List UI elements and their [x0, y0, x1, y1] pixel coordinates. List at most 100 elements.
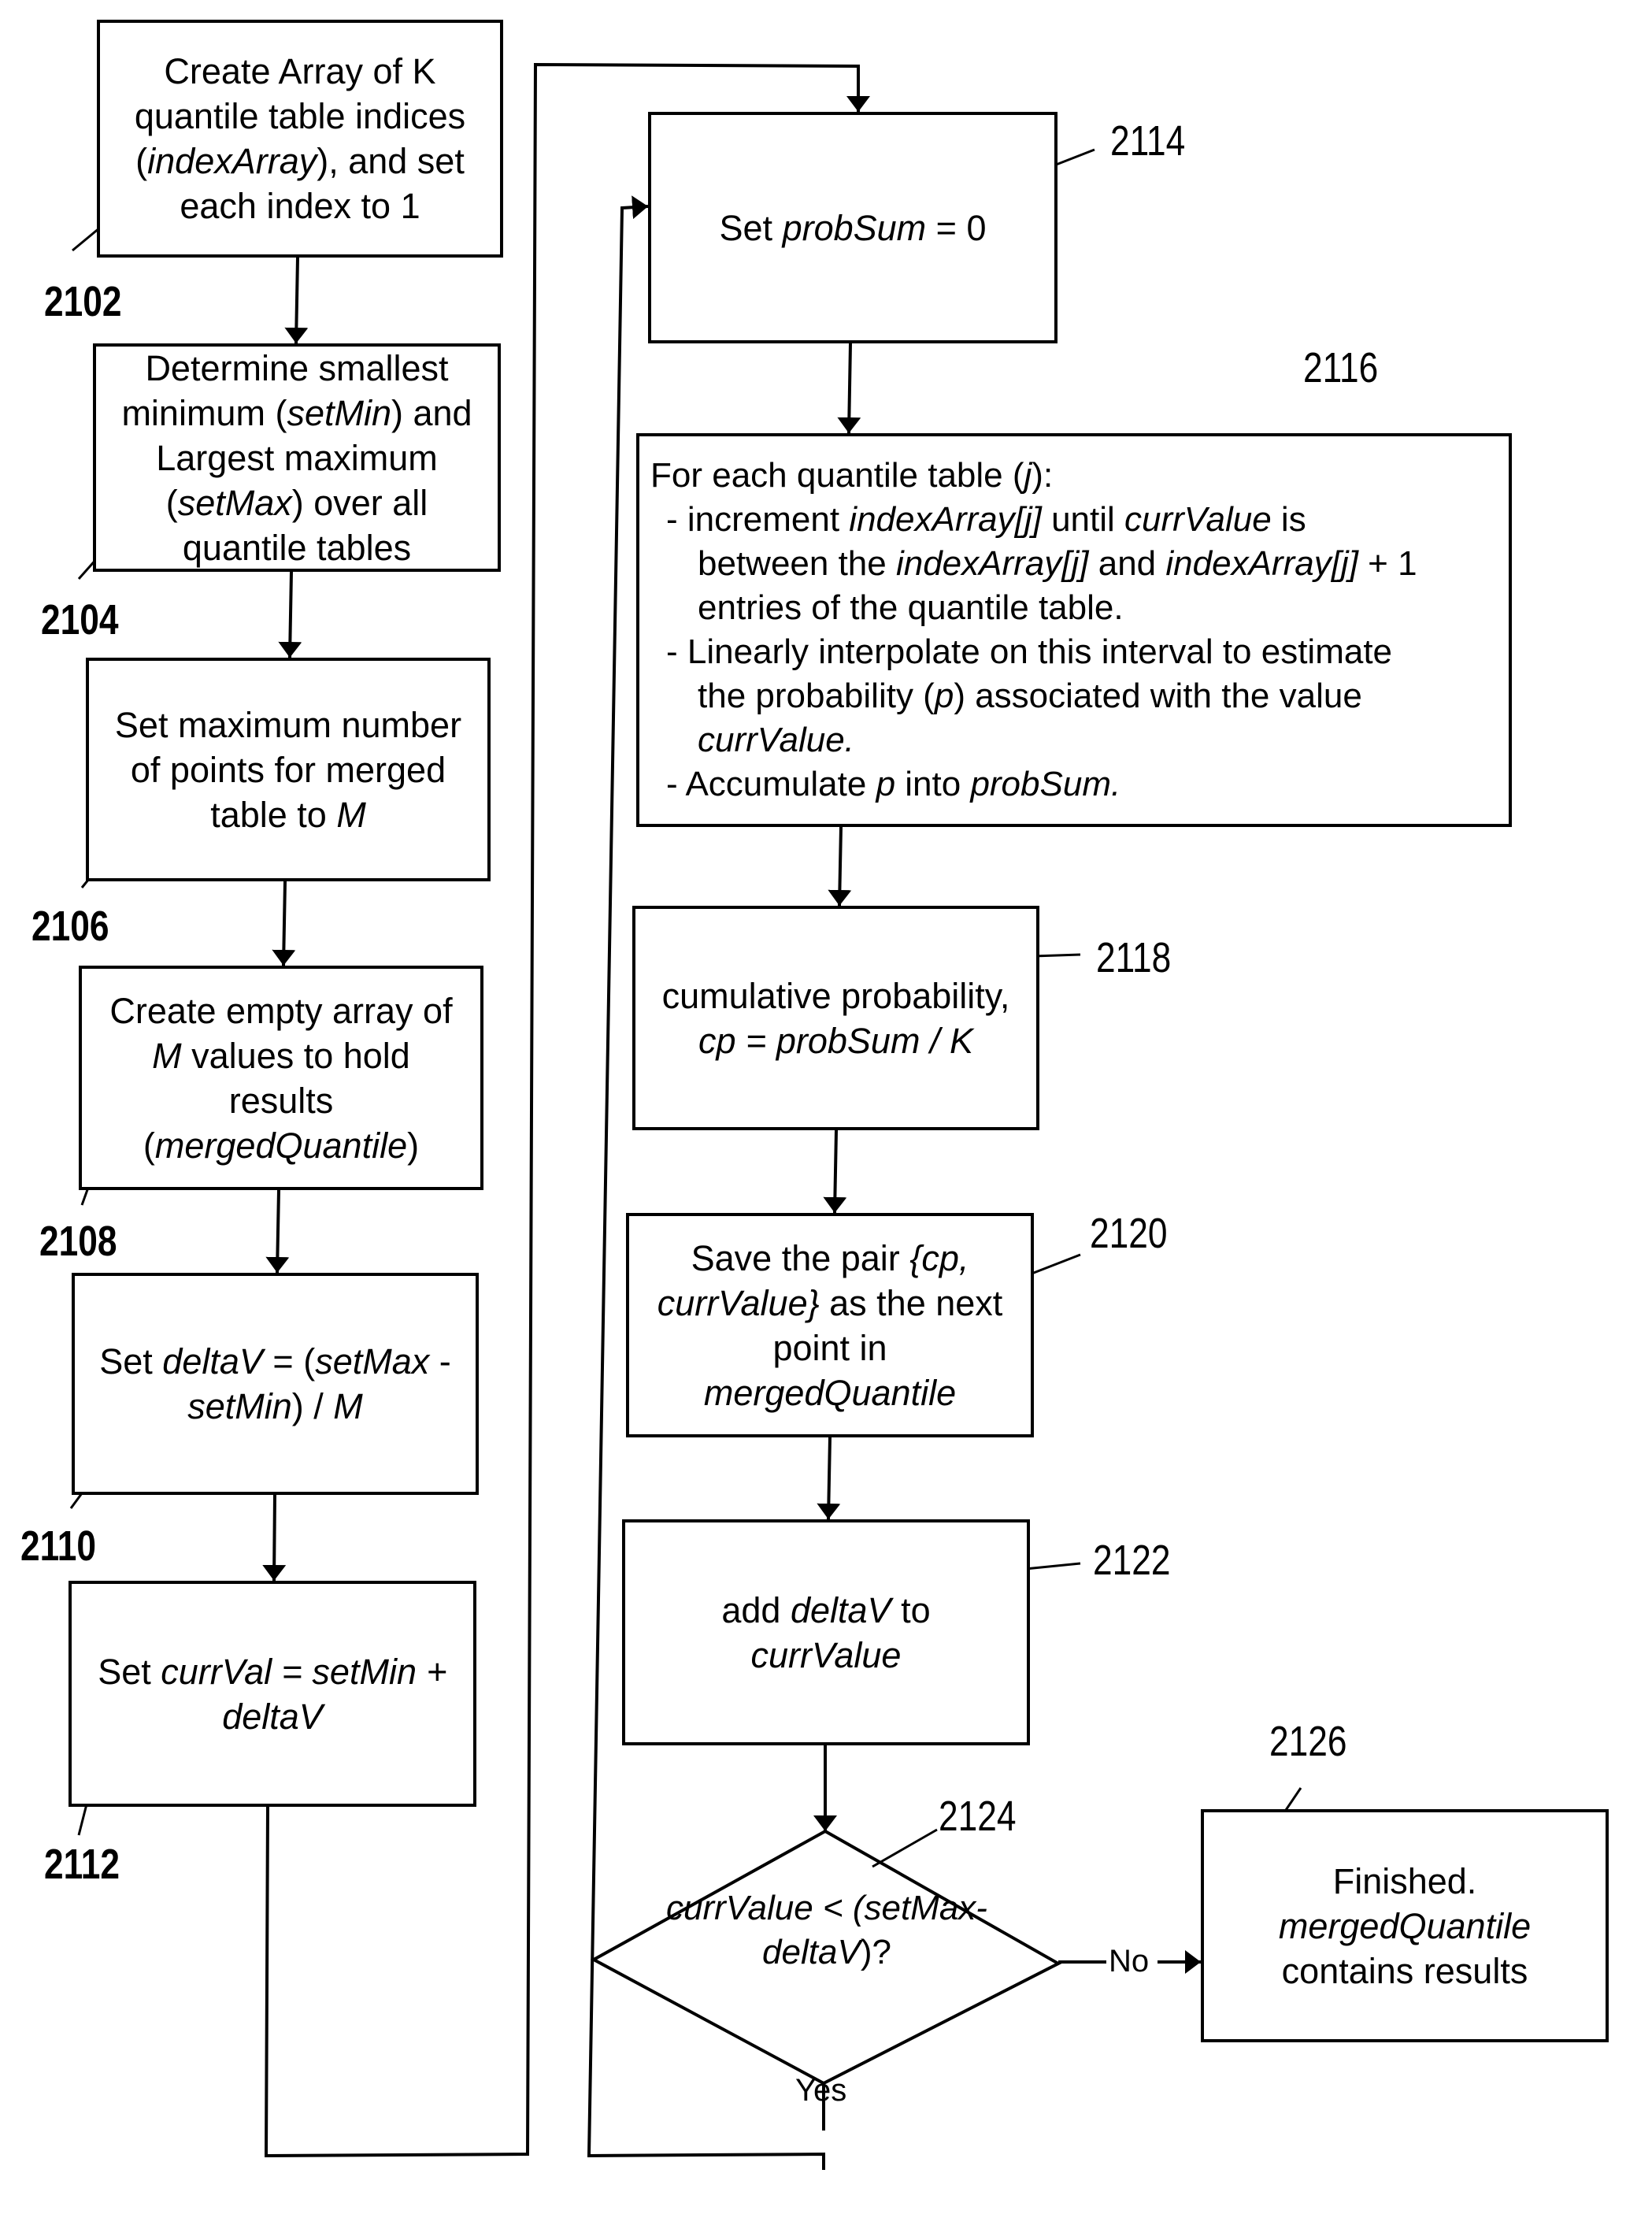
arrow-2102-to-2104: [284, 257, 309, 344]
ref-2102: 2102: [44, 278, 122, 325]
text-segment: = (: [262, 1341, 316, 1381]
text-segment: Largest maximum: [156, 437, 438, 478]
text-segment: ) over all: [291, 482, 428, 523]
text-segment: until: [1041, 500, 1125, 539]
variable-text: setMin: [287, 392, 391, 433]
branch-label-no: No: [1109, 1944, 1150, 1979]
text-segment: Set: [719, 207, 783, 248]
variable-text: indexArray[j]: [849, 500, 1042, 539]
ref-2112: 2112: [44, 1841, 120, 1888]
step-2110-line: Set deltaV = (setMax -: [99, 1339, 450, 1384]
variable-text: currValue.: [698, 721, 854, 759]
step-2116-line: between the indexArray[j] and indexArray…: [650, 542, 1417, 586]
step-2114-box: Set probSum = 0: [648, 112, 1058, 343]
step-2126-box: Finished. mergedQuantile contains results: [1201, 1809, 1609, 2042]
text-segment: Create Array of K: [164, 51, 436, 91]
ref-2116: 2116: [1303, 344, 1379, 391]
ref-2114: 2114: [1110, 117, 1186, 165]
step-2110-box: Set deltaV = (setMax - setMin) / M: [72, 1273, 479, 1495]
step-2104-box: Determine smallest minimum (setMin) and La…: [93, 343, 501, 572]
step-2112-line: deltaV: [222, 1694, 323, 1739]
step-2102-line: quantile table indices: [135, 94, 465, 139]
text-segment: - Linearly interpolate on this interval …: [666, 632, 1393, 671]
ref-2122: 2122: [1093, 1537, 1171, 1584]
step-2108-box: Create empty array of M values to hold res…: [79, 966, 483, 1190]
text-segment: contains results: [1281, 1950, 1528, 1991]
text-segment: - Accumulate: [666, 765, 876, 803]
variable-text: M: [333, 1386, 363, 1426]
step-2120-line: point in: [772, 1326, 887, 1370]
variable-text: mergedQuantile: [154, 1125, 408, 1166]
variable-text: setMin: [187, 1386, 292, 1426]
text-segment: entries of the quantile table.: [698, 588, 1124, 627]
text-segment: Set maximum number: [114, 704, 462, 745]
arrow-2110-to-2112: [262, 1494, 287, 1582]
step-2118-line: cp = probSum / K: [698, 1018, 973, 1063]
step-2120-line: mergedQuantile: [704, 1370, 956, 1415]
text-segment: ):: [1032, 456, 1054, 495]
variable-text: indexArray[j]: [895, 544, 1089, 583]
step-2116-line: - increment indexArray[j] until currValu…: [650, 498, 1306, 542]
text-segment: ) associated with the value: [954, 677, 1362, 715]
text-segment: into: [895, 765, 971, 803]
step-2108-line: M values to hold: [152, 1033, 410, 1078]
arrow-2108-to-2110: [265, 1189, 290, 1274]
arrow-2120-to-2122: [817, 1437, 841, 1520]
step-2104-line: Determine smallest: [145, 346, 448, 391]
step-2108-line: results: [229, 1078, 334, 1123]
branch-label-yes: Yes: [795, 2073, 847, 2108]
step-2104-line: Largest maximum: [156, 436, 438, 480]
variable-text: setMax: [177, 482, 292, 523]
variable-text: p: [934, 677, 954, 715]
text-segment: Set: [98, 1651, 161, 1692]
variable-text: mergedQuantile: [703, 1372, 957, 1413]
variable-text: currValue: [750, 1634, 902, 1675]
text-segment: add: [721, 1589, 791, 1630]
step-2122-line: add deltaV to: [721, 1588, 930, 1633]
step-2126-line: contains results: [1282, 1949, 1528, 1993]
text-segment: Determine smallest: [145, 347, 449, 388]
variable-text: currVal = setMin +: [161, 1651, 447, 1692]
arrow-2114-to-2116: [837, 343, 861, 434]
step-2120-box: Save the pair {cp, currValue} as the next…: [626, 1213, 1034, 1437]
text-segment: ) and: [391, 392, 472, 433]
variable-text: j: [1024, 456, 1032, 495]
step-2126-line: Finished.: [1333, 1859, 1477, 1904]
text-segment: )?: [860, 1933, 891, 1971]
step-2108-line: Create empty array of: [109, 988, 452, 1033]
flowchart-figure: Create Array of Kquantile table indices(…: [0, 0, 1652, 2240]
variable-text: deltaV: [762, 1933, 861, 1971]
step-2104-line: minimum (setMin) and: [121, 391, 472, 436]
text-segment: point in: [772, 1327, 887, 1368]
step-2120-line: Save the pair {cp,: [691, 1236, 969, 1281]
ref-2108: 2108: [39, 1218, 117, 1265]
text-segment: and: [1088, 544, 1166, 583]
step-2118-box: cumulative probability, cp = probSum / K: [632, 906, 1039, 1130]
text-segment: ) /: [291, 1386, 334, 1426]
step-2116-box: For each quantile table (j): - increment …: [636, 433, 1512, 827]
arrow-2118-to-2120: [823, 1129, 847, 1214]
variable-text: M: [336, 794, 366, 835]
leader-2124: [872, 1828, 938, 1868]
step-2112-line: Set currVal = setMin +: [98, 1649, 447, 1694]
step-2106-line: Set maximum number: [115, 703, 461, 747]
variable-text: M: [152, 1035, 182, 1076]
step-2106-line: of points for merged: [131, 747, 446, 792]
text-segment: ), and set: [317, 141, 465, 181]
variable-text: setMax: [315, 1341, 430, 1381]
variable-text: p: [876, 765, 896, 803]
step-2124-line: currValue < (setMax-: [622, 1886, 1032, 1930]
text-segment: of points for merged: [130, 749, 446, 790]
ref-2118: 2118: [1096, 934, 1172, 981]
step-2126-line: mergedQuantile: [1279, 1904, 1531, 1949]
decision-2124-text: currValue < (setMax-deltaV)?: [622, 1886, 1032, 1975]
text-segment: quantile table indices: [134, 96, 466, 136]
step-2116-line: entries of the quantile table.: [650, 586, 1124, 630]
variable-text: currValue < (setMax-: [666, 1889, 987, 1927]
step-2102-box: Create Array of Kquantile table indices(…: [97, 20, 503, 258]
step-2102-line: Create Array of K: [164, 49, 435, 94]
step-2116-line: the probability (p) associated with the …: [650, 674, 1362, 718]
step-2106-line: table to M: [210, 792, 366, 837]
variable-text: cp = probSum / K: [698, 1020, 973, 1061]
text-segment: -: [429, 1341, 451, 1381]
